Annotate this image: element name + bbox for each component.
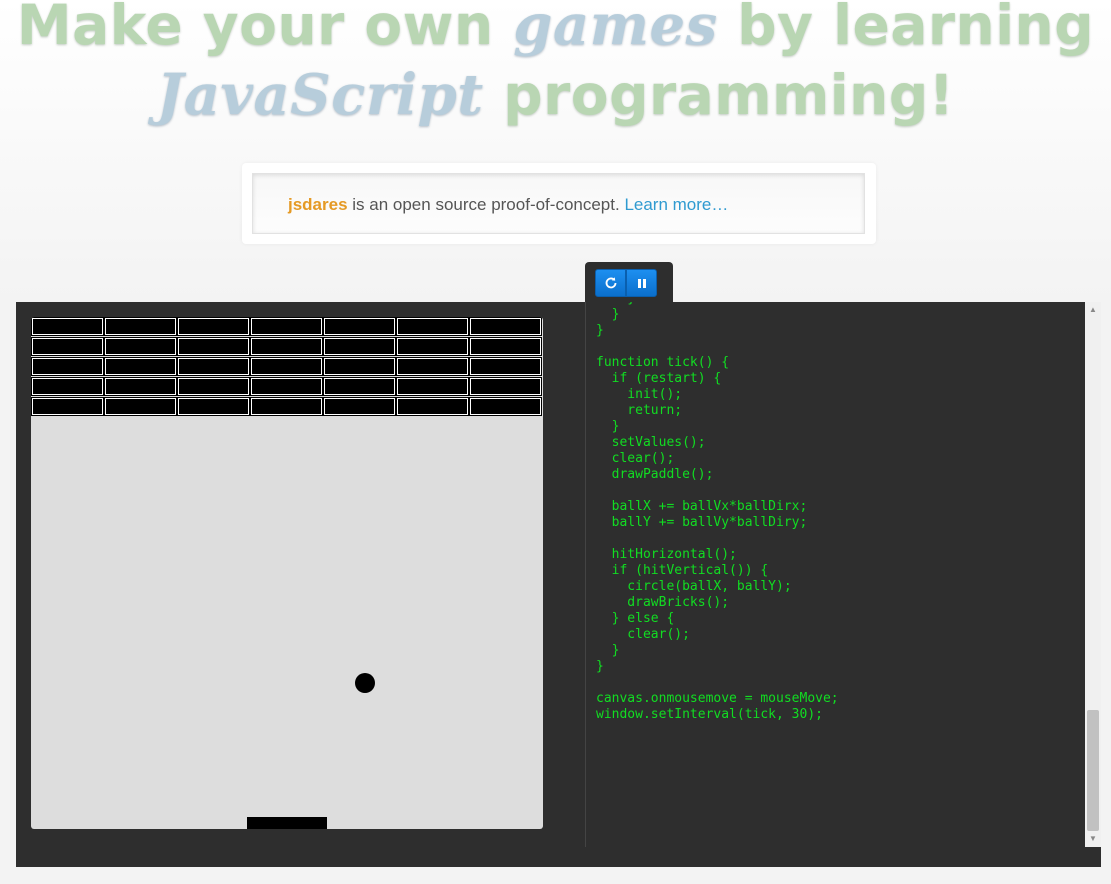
refresh-icon	[605, 277, 616, 289]
scroll-up-arrow-icon[interactable]: ▲	[1085, 302, 1101, 318]
brick	[177, 377, 250, 396]
editor-toolbar	[585, 262, 673, 303]
brand-name: jsdares	[288, 195, 348, 214]
restart-button[interactable]	[595, 269, 626, 297]
brick	[396, 377, 469, 396]
brick	[396, 337, 469, 356]
brick	[250, 317, 323, 336]
brick	[31, 337, 104, 356]
code-line: }	[596, 419, 620, 434]
code-line: init();	[596, 387, 683, 402]
brick	[177, 357, 250, 376]
code-line: window.setInterval(tick, 30);	[596, 707, 823, 722]
toolbar-button-group	[595, 269, 657, 297]
code-line: return;	[596, 403, 683, 418]
brick	[31, 357, 104, 376]
brick	[396, 357, 469, 376]
brick	[469, 357, 542, 376]
brick	[323, 357, 396, 376]
brick	[323, 317, 396, 336]
brick	[104, 317, 177, 336]
pause-button[interactable]	[626, 269, 657, 297]
paddle	[247, 817, 327, 829]
game-canvas[interactable]	[31, 317, 543, 829]
scroll-down-arrow-icon[interactable]: ▼	[1085, 831, 1101, 847]
brick	[323, 377, 396, 396]
notice-text: is an open source proof-of-concept.	[347, 195, 625, 214]
hero-emphasis: games	[513, 0, 718, 58]
code-line: }	[596, 643, 620, 658]
code-scrollbar[interactable]: ▲ ▼	[1085, 302, 1101, 847]
hero-text: by learning	[717, 0, 1095, 57]
notice-inner: jsdares is an open source proof-of-conce…	[252, 173, 865, 234]
code-line: hitHorizontal();	[596, 547, 737, 562]
notice-box: jsdares is an open source proof-of-conce…	[242, 163, 876, 244]
brick	[250, 337, 323, 356]
brick	[469, 317, 542, 336]
hero-banner: Make your own games by learning JavaScri…	[0, 0, 1111, 140]
brick	[31, 397, 104, 416]
hero-title-line-2: JavaScript programming!	[0, 62, 1111, 128]
brick	[177, 317, 250, 336]
code-line: function tick() {	[596, 355, 730, 370]
ball	[355, 673, 375, 693]
code-line: if (hitVertical()) {	[596, 563, 769, 578]
scroll-thumb[interactable]	[1087, 710, 1099, 831]
code-line: } else {	[596, 611, 675, 626]
brick	[104, 377, 177, 396]
brick	[396, 397, 469, 416]
learn-more-link[interactable]: Learn more…	[624, 195, 728, 214]
code-line: clear();	[596, 627, 690, 642]
code-line: if (restart) {	[596, 371, 722, 386]
brick	[469, 377, 542, 396]
code-line: setValues();	[596, 435, 706, 450]
code-line: drawPaddle();	[596, 467, 714, 482]
brick	[323, 337, 396, 356]
brick	[250, 397, 323, 416]
brick	[250, 377, 323, 396]
hero-emphasis: JavaScript	[156, 62, 484, 128]
code-line: circle(ballX, ballY);	[596, 579, 792, 594]
brick	[31, 377, 104, 396]
brick	[250, 357, 323, 376]
pause-icon	[637, 278, 646, 288]
brick	[31, 317, 104, 336]
brick	[469, 397, 542, 416]
code-line: drawBricks();	[596, 595, 730, 610]
brick	[104, 337, 177, 356]
editor-workspace: } }} function tick() { if (restart) { in…	[16, 302, 1101, 867]
code-line: ballY += ballVy*ballDiry;	[596, 515, 808, 530]
brick	[177, 337, 250, 356]
brick	[104, 357, 177, 376]
hero-text: Make your own	[16, 0, 514, 57]
status-bar	[16, 847, 1101, 867]
code-text[interactable]: } }} function tick() { if (restart) { in…	[596, 302, 839, 723]
brick	[104, 397, 177, 416]
brick	[396, 317, 469, 336]
brick	[323, 397, 396, 416]
code-line: canvas.onmousemove = mouseMove;	[596, 691, 839, 706]
code-line: ballX += ballVx*ballDirx;	[596, 499, 808, 514]
hero-text: programming!	[483, 63, 955, 127]
code-line: clear();	[596, 451, 675, 466]
brick	[177, 397, 250, 416]
hero-title-line-1: Make your own games by learning	[0, 0, 1111, 58]
code-line: }	[596, 307, 620, 322]
brick	[469, 337, 542, 356]
code-line: }	[596, 659, 604, 674]
code-line: }	[596, 323, 604, 338]
code-editor[interactable]: } }} function tick() { if (restart) { in…	[586, 302, 1084, 847]
